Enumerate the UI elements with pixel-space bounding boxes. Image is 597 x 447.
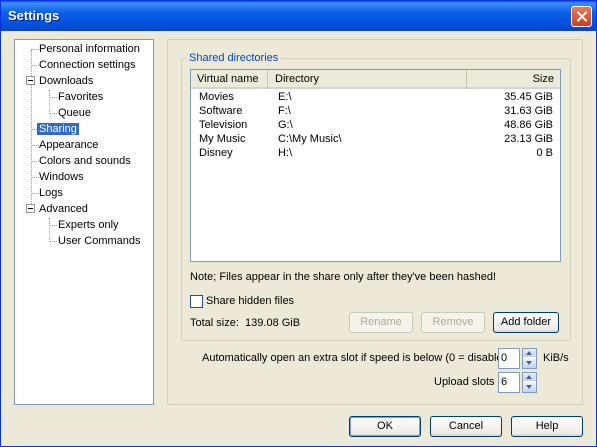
- rename-button[interactable]: Rename: [349, 312, 413, 333]
- tree-item-colors-and-sounds[interactable]: Colors and sounds: [37, 154, 133, 168]
- row-size: 48.86 GiB: [504, 119, 553, 131]
- shared-directories-list[interactable]: Virtual name Directory Size Movies E:\ 3…: [190, 69, 561, 262]
- tree-item-appearance[interactable]: Appearance: [37, 138, 100, 152]
- column-virtual-name[interactable]: Virtual name: [191, 70, 268, 89]
- row-directory: C:\My Music\: [278, 133, 342, 145]
- settings-tree: Personal information Connection settings…: [14, 39, 154, 405]
- tree-item-connection-settings[interactable]: Connection settings: [37, 58, 138, 72]
- upload-slots-spinner[interactable]: [522, 372, 537, 393]
- tree-item-experts-only[interactable]: Experts only: [56, 218, 121, 232]
- title-bar: Settings: [1, 1, 596, 31]
- row-name: Disney: [199, 147, 233, 159]
- row-directory: F:\: [278, 105, 291, 117]
- extra-slot-input[interactable]: 0: [498, 348, 520, 369]
- tree-item-personal-information[interactable]: Personal information: [37, 42, 142, 56]
- column-size[interactable]: Size: [468, 70, 560, 89]
- tree-item-advanced[interactable]: Advanced: [37, 202, 90, 216]
- cancel-button[interactable]: Cancel: [430, 416, 502, 437]
- help-button[interactable]: Help: [511, 416, 583, 437]
- upload-slots-input[interactable]: 6: [498, 372, 520, 393]
- extra-slot-unit: KiB/s: [543, 352, 569, 364]
- share-hidden-checkbox[interactable]: [190, 295, 203, 308]
- advanced-collapse-icon[interactable]: [26, 204, 35, 213]
- tree-item-favorites[interactable]: Favorites: [56, 90, 105, 104]
- tree-item-sharing[interactable]: Sharing: [37, 122, 79, 136]
- row-size: 23.13 GiB: [504, 133, 553, 145]
- tree-item-logs[interactable]: Logs: [37, 186, 65, 200]
- add-folder-button[interactable]: Add folder: [493, 312, 559, 333]
- row-size: 0 B: [536, 147, 553, 159]
- shared-directories-title: Shared directories: [186, 52, 282, 64]
- total-size-label: Total size:: [190, 317, 239, 329]
- list-item[interactable]: My Music C:\My Music\ 23.13 GiB: [191, 132, 560, 146]
- tree-item-downloads[interactable]: Downloads: [37, 74, 95, 88]
- list-header: Virtual name Directory Size: [191, 70, 560, 89]
- spin-down-icon[interactable]: [523, 383, 536, 392]
- tree-item-queue[interactable]: Queue: [56, 106, 93, 120]
- row-name: My Music: [199, 133, 246, 145]
- ok-button[interactable]: OK: [349, 416, 421, 437]
- extra-slot-spinner[interactable]: [522, 348, 537, 369]
- extra-slot-label: Automatically open an extra slot if spee…: [202, 352, 507, 364]
- row-directory: E:\: [278, 91, 292, 103]
- column-directory[interactable]: Directory: [269, 70, 467, 89]
- row-name: Software: [199, 105, 243, 117]
- spin-up-icon[interactable]: [523, 373, 536, 382]
- row-directory: H:\: [278, 147, 293, 159]
- list-item[interactable]: Movies E:\ 35.45 GiB: [191, 90, 560, 104]
- row-size: 31.63 GiB: [504, 105, 553, 117]
- share-hidden-label[interactable]: Share hidden files: [206, 295, 294, 307]
- total-size: Total size: 139.08 GiB: [190, 317, 300, 329]
- downloads-collapse-icon[interactable]: [26, 76, 35, 85]
- window-title: Settings: [8, 8, 60, 23]
- row-directory: G:\: [278, 119, 293, 131]
- settings-window: Settings Personal information Connection…: [0, 0, 597, 447]
- total-size-value: 139.08 GiB: [245, 317, 301, 329]
- row-name: Television: [199, 119, 248, 131]
- list-item[interactable]: Disney H:\ 0 B: [191, 146, 560, 160]
- row-size: 35.45 GiB: [504, 91, 553, 103]
- upload-slots-label: Upload slots: [434, 376, 495, 388]
- remove-button[interactable]: Remove: [421, 312, 485, 333]
- row-name: Movies: [199, 91, 234, 103]
- tree-item-user-commands[interactable]: User Commands: [56, 234, 143, 248]
- close-icon[interactable]: [571, 6, 592, 27]
- list-item[interactable]: Software F:\ 31.63 GiB: [191, 104, 560, 118]
- list-item[interactable]: Television G:\ 48.86 GiB: [191, 118, 560, 132]
- spin-up-icon[interactable]: [523, 349, 536, 358]
- tree-item-windows[interactable]: Windows: [37, 170, 86, 184]
- spin-down-icon[interactable]: [523, 359, 536, 368]
- hash-note: Note; Files appear in the share only aft…: [190, 271, 497, 283]
